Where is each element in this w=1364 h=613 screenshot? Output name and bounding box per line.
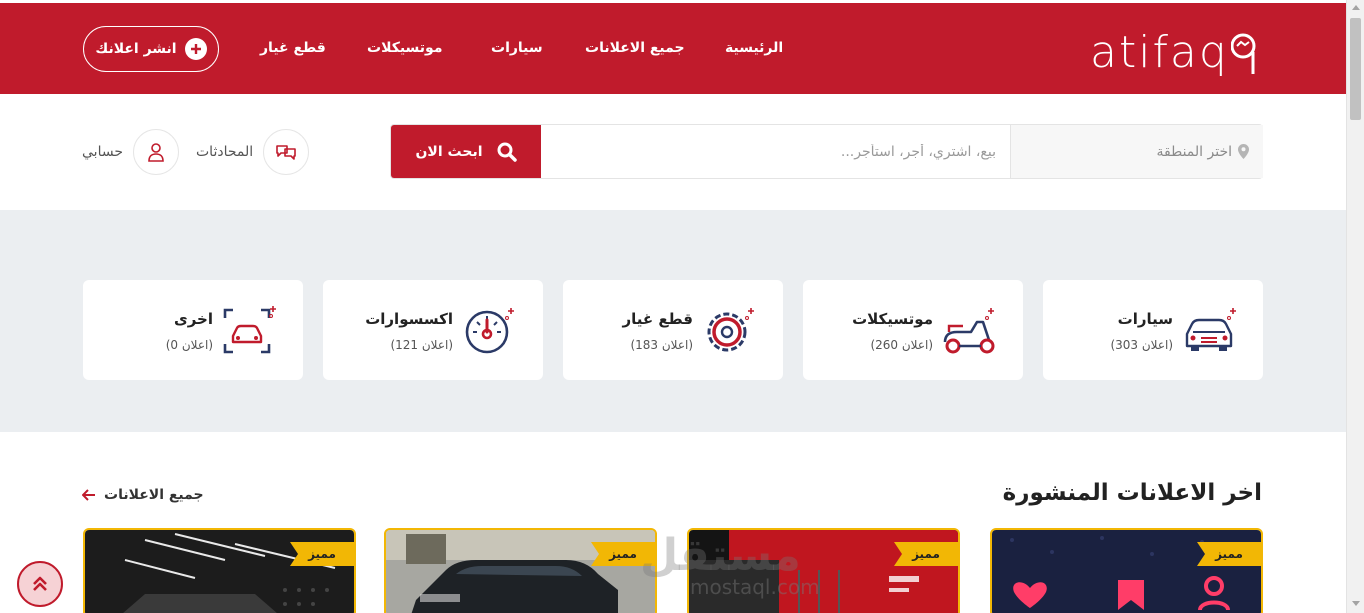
category-title: قطع غيار: [622, 310, 693, 328]
all-ads-label: جميع الاعلانات: [104, 487, 204, 503]
account-label: حسابي: [82, 144, 123, 160]
ad-card[interactable]: مميز: [384, 528, 657, 613]
search-button[interactable]: ابحث الان: [391, 125, 541, 178]
category-card-motorcycles[interactable]: موتسيكلات (اعلان 260): [803, 280, 1023, 380]
gear-icon: [707, 308, 754, 352]
region-select[interactable]: اختر المنطقة: [1010, 125, 1263, 178]
car-frame-icon: [223, 306, 276, 354]
ad-card[interactable]: مميز: [990, 528, 1263, 613]
speedometer-icon: [465, 308, 514, 354]
latest-ads-title: اخر الاعلانات المنشورة: [1002, 480, 1262, 506]
search-button-label: ابحث الان: [415, 143, 483, 160]
location-pin-icon: [1238, 144, 1249, 159]
account-link[interactable]: حسابي: [82, 129, 179, 175]
search-icon: [497, 142, 517, 162]
nav-motorcycles[interactable]: موتسيكلات: [367, 40, 443, 56]
logo-text: atifaq: [1090, 27, 1229, 78]
scooter-icon: [943, 308, 995, 354]
categories-section: سيارات (اعلان 303) موتسيكلات (اعلان 260)…: [0, 210, 1346, 432]
nav-all-ads[interactable]: جميع الاعلانات: [585, 40, 685, 56]
scroll-down-arrow-icon[interactable]: [1352, 601, 1360, 606]
chat-bubbles-icon: [263, 129, 310, 175]
category-count: (اعلان 260): [870, 338, 933, 352]
watermark-logo: مستقل: [640, 530, 801, 581]
category-count: (اعلان 183): [630, 338, 693, 352]
nav-cars[interactable]: سيارات: [491, 40, 543, 56]
featured-badge: مميز: [894, 542, 958, 566]
logo[interactable]: atifaq: [1090, 23, 1259, 83]
category-card-cars[interactable]: سيارات (اعلان 303): [1043, 280, 1263, 380]
post-ad-button[interactable]: انشر اعلانك: [83, 26, 219, 72]
search-input[interactable]: [541, 125, 1010, 178]
chats-link[interactable]: المحادثات: [196, 129, 310, 175]
category-title: اخرى: [173, 310, 213, 328]
nav-home[interactable]: الرئيسية: [725, 40, 783, 56]
page-scrollbar[interactable]: [1346, 0, 1364, 613]
all-ads-link[interactable]: جميع الاعلانات: [82, 487, 204, 503]
region-label: اختر المنطقة: [1156, 143, 1233, 160]
category-count: (اعلان 121): [390, 338, 453, 352]
site-header: atifaq الرئيسية جميع الاعلانات سيارات مو…: [0, 3, 1346, 94]
watermark-url: mostaql.com: [690, 575, 820, 599]
scrollbar-thumb[interactable]: [1350, 18, 1361, 120]
category-count: (اعلان 0): [165, 338, 213, 352]
ad-card[interactable]: مميز: [83, 528, 356, 613]
chats-label: المحادثات: [196, 144, 254, 160]
arrow-left-icon: [82, 489, 95, 501]
category-title: سيارات: [1117, 310, 1173, 328]
double-chevron-up-icon: [33, 576, 47, 591]
search-form: ابحث الان اختر المنطقة: [390, 124, 1263, 179]
post-ad-label: انشر اعلانك: [95, 41, 177, 57]
plus-icon: [184, 38, 207, 60]
featured-badge: مميز: [290, 542, 354, 566]
user-icon: [132, 129, 179, 175]
category-count: (اعلان 303): [1110, 338, 1173, 352]
category-title: موتسيكلات: [852, 310, 933, 328]
category-title: اكسسوارات: [365, 310, 453, 328]
category-card-other[interactable]: اخرى (اعلان 0): [83, 280, 303, 380]
scroll-up-arrow-icon[interactable]: [1352, 5, 1360, 10]
category-card-accessories[interactable]: اكسسوارات (اعلان 121): [323, 280, 543, 380]
featured-badge: مميز: [1197, 542, 1261, 566]
nav-spare-parts[interactable]: قطع غيار: [260, 40, 326, 56]
car-icon: [1185, 308, 1236, 351]
logo-handshake-icon: [1230, 33, 1256, 74]
scroll-to-top-button[interactable]: [17, 561, 63, 607]
category-card-spare-parts[interactable]: قطع غيار (اعلان 183): [563, 280, 783, 380]
